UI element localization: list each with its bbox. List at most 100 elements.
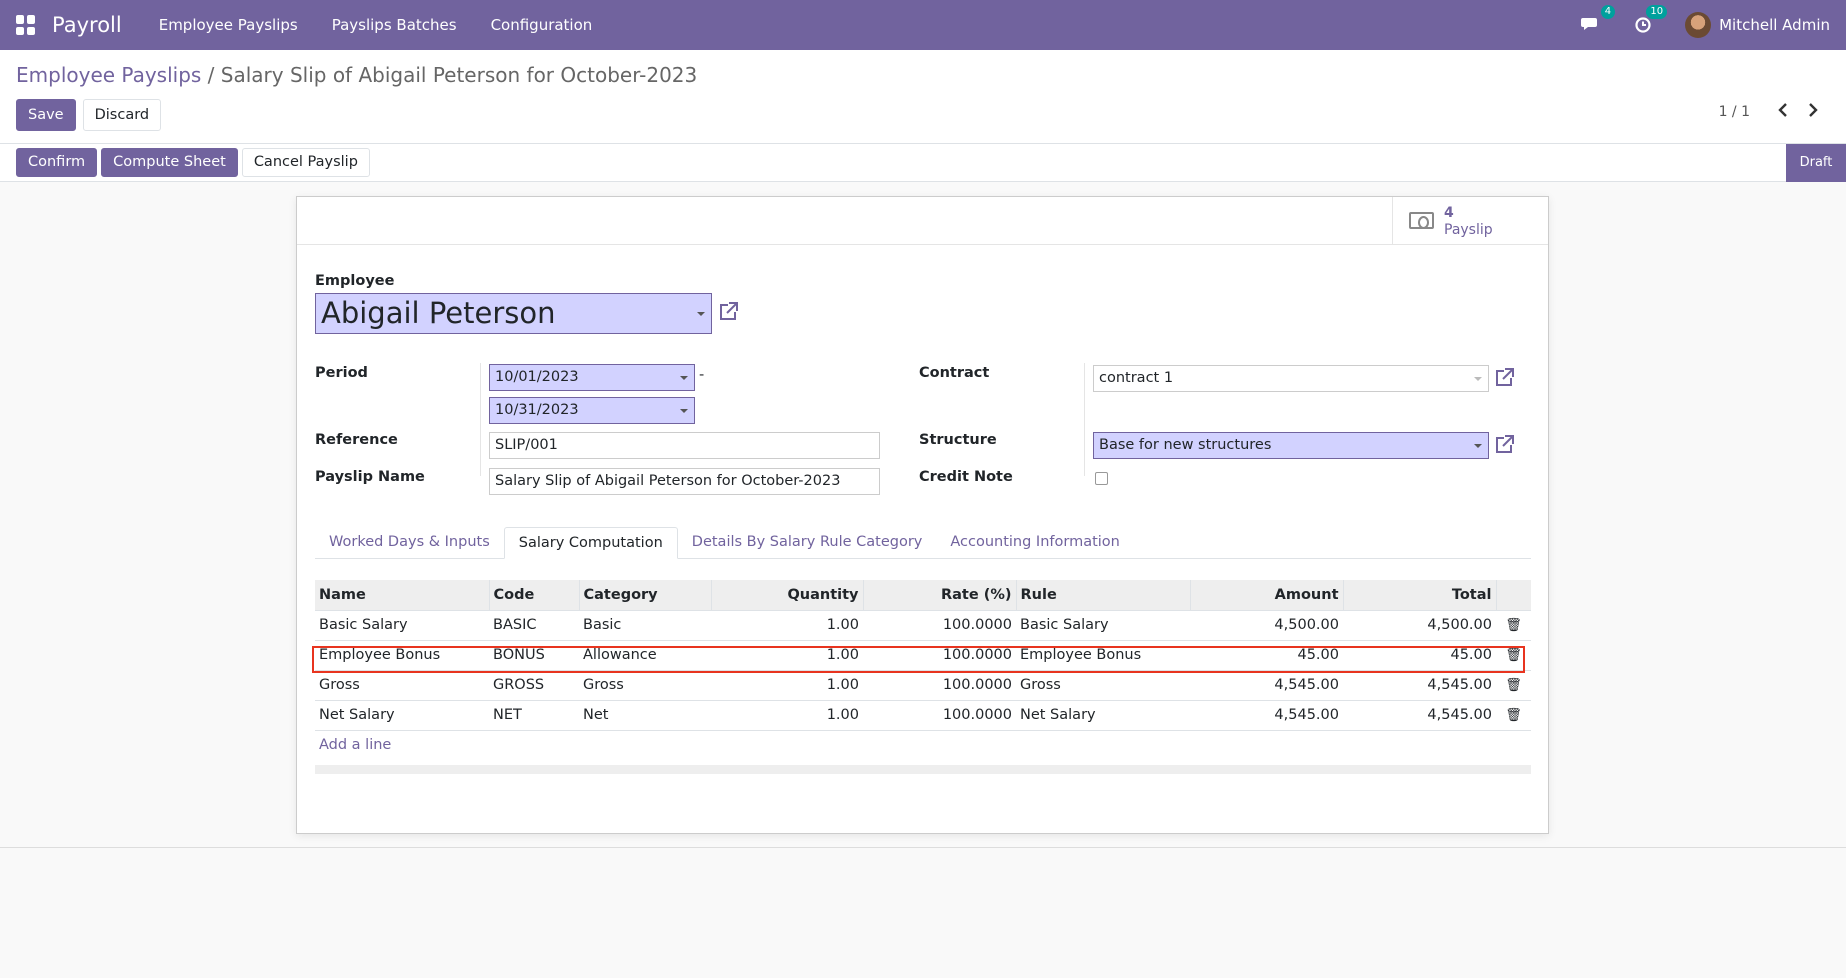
cell-quantity[interactable]: 1.00 <box>711 609 863 640</box>
messages-button[interactable]: 4 <box>1581 5 1616 36</box>
external-link-icon[interactable] <box>1493 367 1515 389</box>
cell-rule[interactable]: Gross <box>1016 669 1190 700</box>
trash-icon[interactable]: 🗑 <box>1496 699 1531 730</box>
cancel-payslip-button[interactable]: Cancel Payslip <box>241 148 370 177</box>
chevron-down-icon <box>680 409 688 413</box>
top-navbar: Payroll Employee Payslips Payslips Batch… <box>0 0 1846 50</box>
table-row[interactable]: Gross GROSS Gross 1.00 100.0000 Gross 4,… <box>315 669 1531 700</box>
menu-payslips-batches[interactable]: Payslips Batches <box>315 16 474 34</box>
structure-field[interactable]: Base for new structures <box>1093 432 1489 459</box>
payslip-name-field[interactable]: Salary Slip of Abigail Peterson for Octo… <box>489 468 880 495</box>
date-separator: - <box>699 367 705 383</box>
cell-code[interactable]: BONUS <box>489 639 579 670</box>
discard-button[interactable]: Discard <box>82 99 162 131</box>
table-row[interactable]: Basic Salary BASIC Basic 1.00 100.0000 B… <box>315 609 1531 640</box>
employee-label: Employee <box>315 273 395 289</box>
tab-worked-days-inputs[interactable]: Worked Days & Inputs <box>315 527 504 559</box>
cell-rate[interactable]: 100.0000 <box>863 639 1016 670</box>
add-a-line-link[interactable]: Add a line <box>319 737 391 753</box>
cell-name[interactable]: Gross <box>315 669 489 700</box>
date-from-value: 10/01/2023 <box>495 369 579 385</box>
employee-field[interactable]: Abigail Peterson <box>315 293 712 334</box>
cell-category[interactable]: Gross <box>579 669 711 700</box>
cell-rule[interactable]: Employee Bonus <box>1016 639 1190 670</box>
cell-code[interactable]: BASIC <box>489 609 579 640</box>
cell-code[interactable]: GROSS <box>489 669 579 700</box>
credit-note-label: Credit Note <box>919 469 1013 485</box>
activities-badge: 10 <box>1646 5 1668 19</box>
contract-field[interactable]: contract 1 <box>1093 365 1489 392</box>
credit-note-checkbox[interactable] <box>1095 472 1108 485</box>
cell-name[interactable]: Employee Bonus <box>315 639 489 670</box>
menu-configuration[interactable]: Configuration <box>474 16 610 34</box>
salary-computation-table: Name Code Category Quantity Rate (%) Rul… <box>315 580 1531 760</box>
cell-rate[interactable]: 100.0000 <box>863 609 1016 640</box>
payslip-smart-button[interactable]: 4 Payslip <box>1392 197 1548 245</box>
reference-field[interactable]: SLIP/001 <box>489 432 880 459</box>
column-header-category[interactable]: Category <box>578 580 711 610</box>
cell-rule[interactable]: Net Salary <box>1016 699 1190 730</box>
cell-category[interactable]: Basic <box>579 609 711 640</box>
apps-menu-icon[interactable] <box>16 15 36 35</box>
cell-total[interactable]: 45.00 <box>1343 639 1496 670</box>
payslip-name-label: Payslip Name <box>315 469 425 485</box>
tab-accounting-information[interactable]: Accounting Information <box>936 527 1134 559</box>
user-avatar[interactable] <box>1685 12 1712 38</box>
external-link-icon[interactable] <box>717 301 739 323</box>
cell-total[interactable]: 4,545.00 <box>1343 699 1496 730</box>
menu-employee-payslips[interactable]: Employee Payslips <box>142 16 315 34</box>
app-name[interactable]: Payroll <box>52 13 122 37</box>
cell-amount[interactable]: 4,500.00 <box>1190 609 1343 640</box>
tab-details-by-salary-rule-category[interactable]: Details By Salary Rule Category <box>678 527 937 559</box>
date-to-value: 10/31/2023 <box>495 402 579 418</box>
column-header-rate[interactable]: Rate (%) <box>862 580 1016 610</box>
cell-rule[interactable]: Basic Salary <box>1016 609 1190 640</box>
cell-total[interactable]: 4,500.00 <box>1343 609 1496 640</box>
status-draft[interactable]: Draft <box>1786 144 1846 182</box>
cell-amount[interactable]: 4,545.00 <box>1190 669 1343 700</box>
compute-sheet-button[interactable]: Compute Sheet <box>101 148 238 177</box>
chat-icon <box>1581 18 1598 30</box>
tab-salary-computation[interactable]: Salary Computation <box>503 527 678 559</box>
column-header-code[interactable]: Code <box>488 580 579 610</box>
chevron-down-icon <box>697 312 705 316</box>
table-row[interactable]: Net Salary NET Net 1.00 100.0000 Net Sal… <box>315 699 1531 730</box>
cell-quantity[interactable]: 1.00 <box>711 699 863 730</box>
breadcrumb-separator: / <box>207 63 215 87</box>
cell-name[interactable]: Basic Salary <box>315 609 489 640</box>
activities-button[interactable]: 10 <box>1633 5 1668 36</box>
payslip-count-label: Payslip <box>1444 222 1493 238</box>
column-header-amount[interactable]: Amount <box>1189 580 1343 610</box>
cell-quantity[interactable]: 1.00 <box>711 639 863 670</box>
user-name[interactable]: Mitchell Admin <box>1719 16 1830 34</box>
save-button[interactable]: Save <box>16 99 76 131</box>
confirm-button[interactable]: Confirm <box>16 148 98 177</box>
cell-quantity[interactable]: 1.00 <box>711 669 863 700</box>
trash-icon[interactable]: 🗑 <box>1496 639 1531 670</box>
cell-amount[interactable]: 4,545.00 <box>1190 699 1343 730</box>
pager-value[interactable]: 1 / 1 <box>1719 104 1750 120</box>
pager-next-icon[interactable] <box>1798 102 1828 121</box>
date-to-field[interactable]: 10/31/2023 <box>489 397 695 424</box>
group-separator <box>480 363 481 476</box>
cell-category[interactable]: Net <box>579 699 711 730</box>
table-footer <box>315 765 1531 774</box>
column-header-quantity[interactable]: Quantity <box>710 580 863 610</box>
cell-amount[interactable]: 45.00 <box>1190 639 1343 670</box>
cell-category[interactable]: Allowance <box>579 639 711 670</box>
trash-icon[interactable]: 🗑 <box>1496 609 1531 640</box>
cell-name[interactable]: Net Salary <box>315 699 489 730</box>
external-link-icon[interactable] <box>1493 434 1515 456</box>
pager-previous-icon[interactable] <box>1768 102 1798 121</box>
column-header-total[interactable]: Total <box>1342 580 1496 610</box>
breadcrumb-parent[interactable]: Employee Payslips <box>16 63 201 87</box>
cell-rate[interactable]: 100.0000 <box>863 669 1016 700</box>
date-from-field[interactable]: 10/01/2023 <box>489 364 695 391</box>
trash-icon[interactable]: 🗑 <box>1496 669 1531 700</box>
cell-rate[interactable]: 100.0000 <box>863 699 1016 730</box>
cell-code[interactable]: NET <box>489 699 579 730</box>
table-row[interactable]: Employee Bonus BONUS Allowance 1.00 100.… <box>315 639 1531 670</box>
column-header-rule[interactable]: Rule <box>1015 580 1190 610</box>
cell-total[interactable]: 4,545.00 <box>1343 669 1496 700</box>
column-header-name[interactable]: Name <box>315 580 489 610</box>
